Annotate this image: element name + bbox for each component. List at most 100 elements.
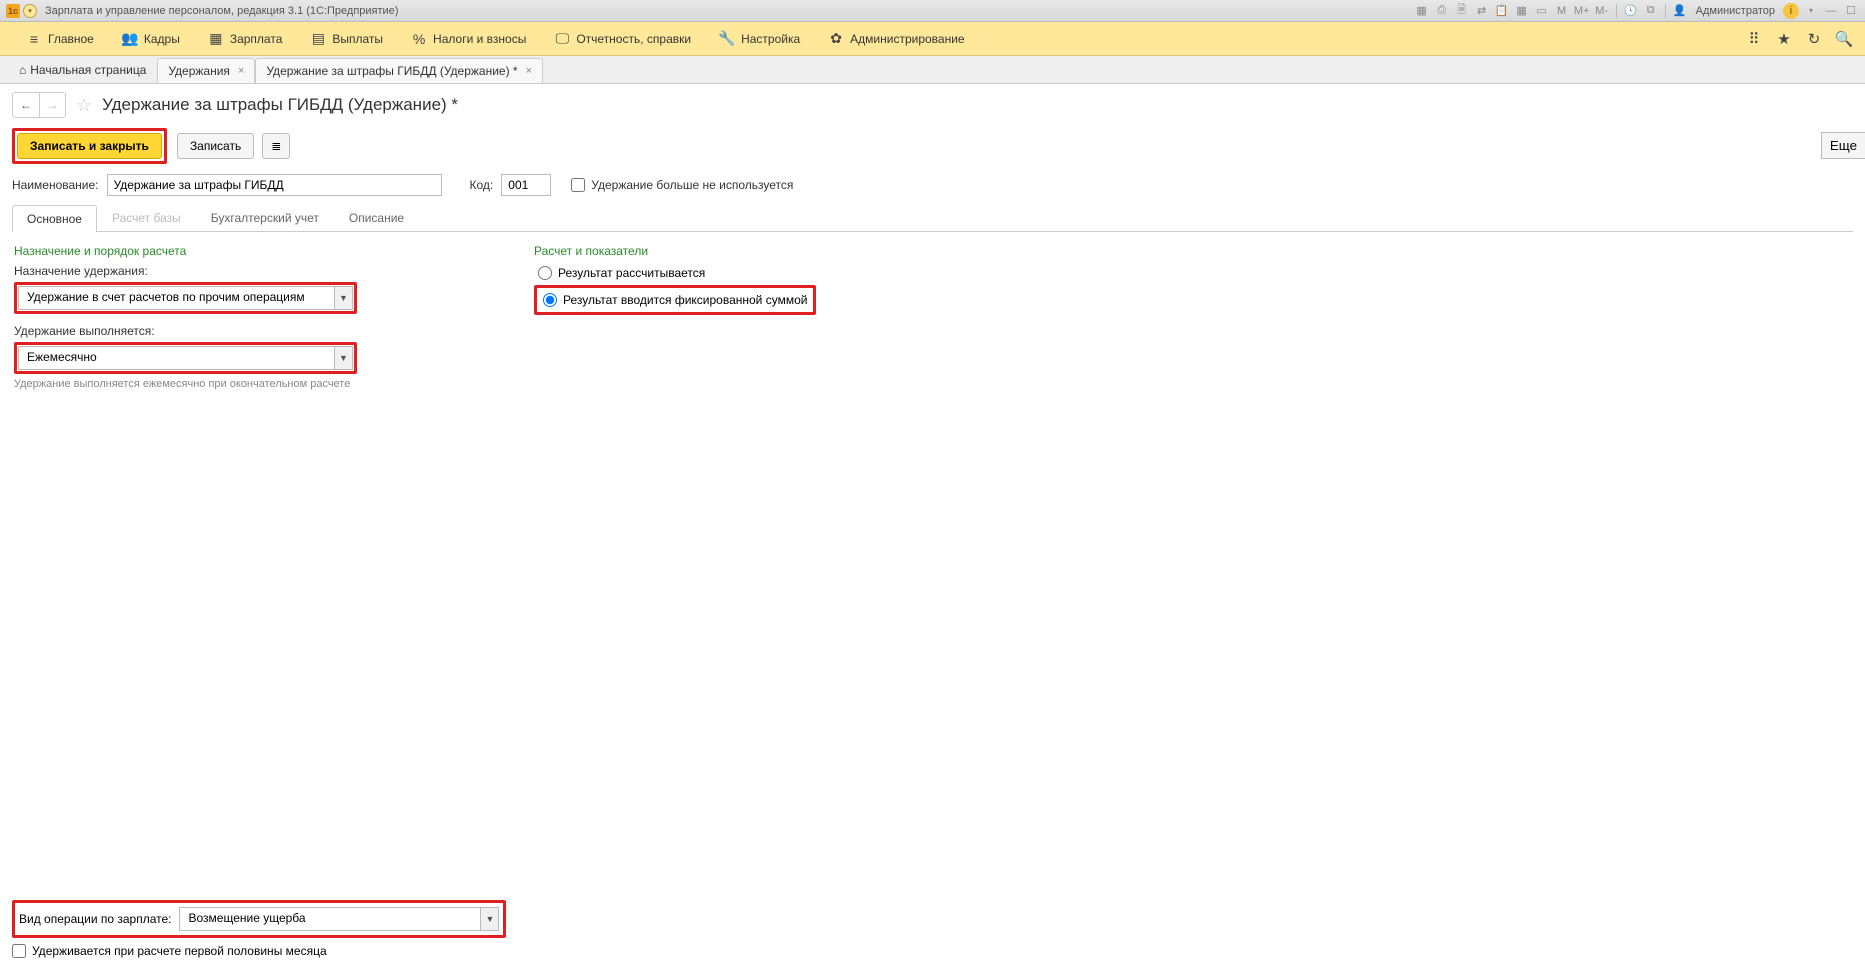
right-section-head: Расчет и показатели <box>534 244 816 258</box>
search-icon[interactable]: 🔍 <box>1835 30 1853 48</box>
save-button[interactable]: Записать <box>177 133 254 159</box>
clock-icon[interactable]: 🕓 <box>1623 3 1639 19</box>
document-tabs: ⌂ Начальная страница Удержания× Удержание… <box>0 56 1865 84</box>
nav-personnel-label: Кадры <box>144 32 180 46</box>
name-code-row: Наименование: Код: Удержание больше не и… <box>12 174 1853 196</box>
code-input[interactable] <box>501 174 551 196</box>
titlebar-right-icons: ▦ ⎙ 🗎 ⇄ 📋 ▦ ▭ M M+ M- 🕓 ⧉ 👤 Администрато… <box>1414 3 1859 19</box>
nav-payments-label: Выплаты <box>332 32 383 46</box>
highlight-radio-fixed: Результат вводится фиксированной суммой <box>534 285 816 315</box>
forward-button[interactable]: → <box>39 93 65 117</box>
calendar-icon[interactable]: ▦ <box>1514 3 1530 19</box>
operation-type-label: Вид операции по зарплате: <box>19 912 171 926</box>
main-navigation: ≡ Главное 👥 Кадры ▦ Зарплата ▤Выплаты %Нало… <box>0 22 1865 56</box>
m-label[interactable]: M <box>1554 3 1570 19</box>
radio-calculated-input[interactable] <box>538 266 552 280</box>
nav-reports[interactable]: 🖵 Отчетность, справки <box>540 22 705 55</box>
nav-home[interactable]: ≡ Главное <box>12 22 108 55</box>
star-icon[interactable]: ☆ <box>76 95 92 116</box>
tab-start-page-label: Начальная страница <box>30 63 146 77</box>
people-icon: 👥 <box>122 31 138 47</box>
nav-settings[interactable]: 🔧Настройка <box>705 22 814 55</box>
nav-reports-label: Отчетность, справки <box>576 32 691 46</box>
operation-type-value: Возмещение ущерба <box>180 908 480 930</box>
nav-arrows: ← → <box>12 92 66 118</box>
apps-icon[interactable]: ⠿ <box>1745 30 1763 48</box>
tab-current-deduction-label: Удержание за штрафы ГИБДД (Удержание) * <box>266 64 517 78</box>
clipboard-icon[interactable]: 📋 <box>1494 3 1510 19</box>
m-minus-label[interactable]: M- <box>1594 3 1610 19</box>
menu-icon: ≡ <box>26 31 42 47</box>
minimize-icon[interactable]: — <box>1823 3 1839 19</box>
radio-calculated[interactable]: Результат рассчитывается <box>534 264 816 282</box>
print-icon[interactable]: ⎙ <box>1434 3 1450 19</box>
name-input[interactable] <box>107 174 442 196</box>
code-label: Код: <box>470 178 494 192</box>
separator <box>1665 4 1666 18</box>
itab-description[interactable]: Описание <box>334 204 419 231</box>
info-icon[interactable]: i <box>1783 3 1799 19</box>
radio-fixed[interactable]: Результат вводится фиксированной суммой <box>539 291 811 309</box>
close-icon[interactable]: × <box>526 65 532 77</box>
nav-personnel[interactable]: 👥 Кадры <box>108 22 194 55</box>
app-1c-icon: 1c <box>6 4 20 18</box>
history-icon[interactable]: ↻ <box>1805 30 1823 48</box>
chevron-down-icon[interactable]: ▼ <box>334 347 352 369</box>
info-dropdown-icon[interactable]: ▾ <box>1803 3 1819 19</box>
tab-start-page[interactable]: ⌂ Начальная страница <box>8 56 157 83</box>
purpose-select-value: Удержание в счет расчетов по прочим опер… <box>19 287 334 309</box>
nav-home-label: Главное <box>48 32 94 46</box>
radio-fixed-input[interactable] <box>543 293 557 307</box>
performed-hint: Удержание выполняется ежемесячно при око… <box>14 378 514 390</box>
itab-accounting[interactable]: Бухгалтерский учет <box>196 204 334 231</box>
performed-select-value: Ежемесячно <box>19 347 334 369</box>
table-icon: ▦ <box>208 31 224 47</box>
more-button[interactable]: Еще <box>1821 132 1865 159</box>
bottom-area: Вид операции по зарплате: Возмещение уще… <box>0 894 1865 966</box>
favorite-icon[interactable]: ★ <box>1775 30 1793 48</box>
highlight-purpose: Удержание в счет расчетов по прочим опер… <box>14 282 357 314</box>
chevron-down-icon[interactable]: ▼ <box>480 908 498 930</box>
panel-icon[interactable]: ⧉ <box>1643 3 1659 19</box>
operation-type-select[interactable]: Возмещение ущерба ▼ <box>179 907 499 931</box>
nav-salary-label: Зарплата <box>230 32 283 46</box>
current-user[interactable]: Администратор <box>1692 5 1779 17</box>
radio-fixed-label: Результат вводится фиксированной суммой <box>563 293 807 307</box>
itab-main[interactable]: Основное <box>12 205 97 232</box>
document-icon[interactable]: 🗎 <box>1454 3 1470 19</box>
calculator-icon[interactable]: ▭ <box>1534 3 1550 19</box>
radio-calculated-label: Результат рассчитывается <box>558 266 705 280</box>
highlight-operation-type: Вид операции по зарплате: Возмещение уще… <box>12 900 506 938</box>
close-icon[interactable]: × <box>238 65 244 77</box>
toolbar: Записать и закрыть Записать ≣ Еще <box>12 128 1853 164</box>
list-button[interactable]: ≣ <box>262 133 290 159</box>
half-month-checkbox[interactable] <box>12 944 26 958</box>
m-plus-label[interactable]: M+ <box>1574 3 1590 19</box>
tab-content-main: Назначение и порядок расчета Назначение … <box>12 232 1853 402</box>
nav-settings-label: Настройка <box>741 32 800 46</box>
nav-payments[interactable]: ▤Выплаты <box>296 22 397 55</box>
itab-base-calc[interactable]: Расчет базы <box>97 204 196 231</box>
home-icon: ⌂ <box>19 63 26 77</box>
purpose-label: Назначение удержания: <box>14 264 514 278</box>
performed-select[interactable]: Ежемесячно ▼ <box>18 346 353 370</box>
tab-deductions[interactable]: Удержания× <box>157 58 255 83</box>
gear-icon: ✿ <box>828 31 844 47</box>
nav-admin-label: Администрирование <box>850 32 964 46</box>
purpose-select[interactable]: Удержание в счет расчетов по прочим опер… <box>18 286 353 310</box>
highlight-save-close: Записать и закрыть <box>12 128 167 164</box>
save-and-close-button[interactable]: Записать и закрыть <box>17 133 162 159</box>
maximize-icon[interactable]: ☐ <box>1843 3 1859 19</box>
nav-admin[interactable]: ✿ Администрирование <box>814 22 978 55</box>
nav-taxes[interactable]: %Налоги и взносы <box>397 22 540 55</box>
chevron-down-icon[interactable]: ▼ <box>334 287 352 309</box>
compare-icon[interactable]: ⇄ <box>1474 3 1490 19</box>
grid-icon[interactable]: ▦ <box>1414 3 1430 19</box>
app-menu-dropdown-icon[interactable]: ▾ <box>23 4 37 18</box>
monitor-icon: 🖵 <box>554 31 570 47</box>
nav-salary[interactable]: ▦ Зарплата <box>194 22 297 55</box>
tab-current-deduction[interactable]: Удержание за штрафы ГИБДД (Удержание) * × <box>255 58 543 83</box>
inner-tabs: Основное Расчет базы Бухгалтерский учет … <box>12 204 1853 232</box>
back-button[interactable]: ← <box>13 93 39 117</box>
disabled-checkbox[interactable] <box>571 178 585 192</box>
